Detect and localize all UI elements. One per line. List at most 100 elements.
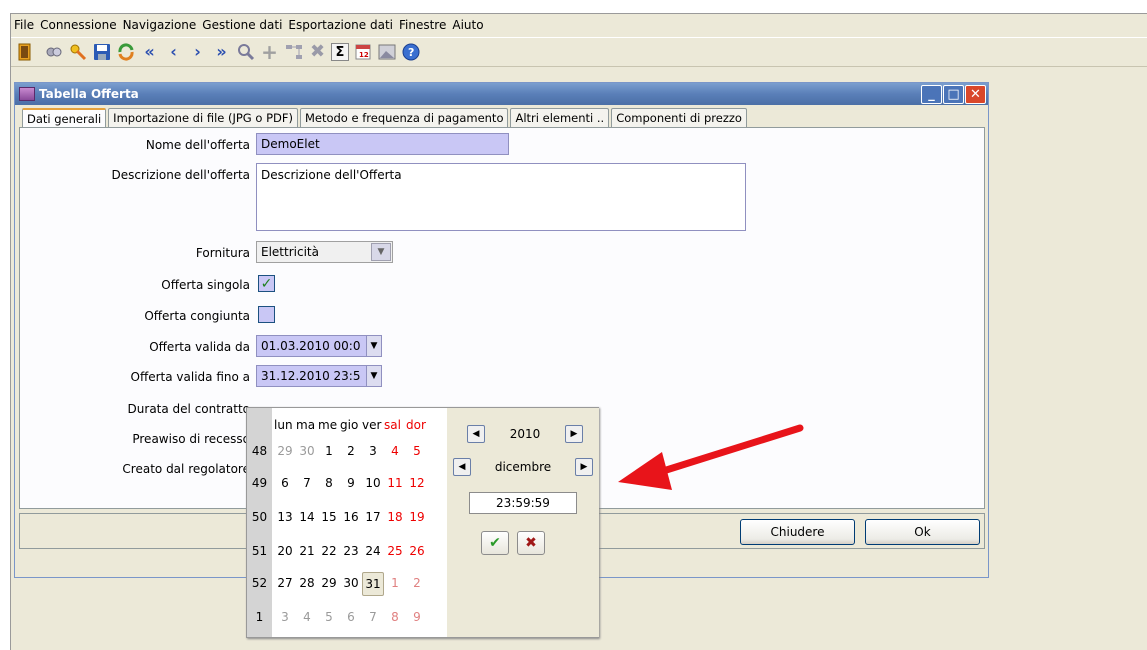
help-icon[interactable]: ? [400, 42, 421, 63]
next-month-button[interactable]: ▶ [575, 458, 593, 476]
chevron-down-icon[interactable]: ▼ [366, 336, 381, 356]
chevron-down-icon[interactable]: ▼ [366, 366, 381, 386]
next-record-icon[interactable]: › [187, 42, 208, 63]
chevron-down-icon[interactable]: ▼ [371, 243, 391, 261]
calendar-day[interactable]: 1 [384, 576, 406, 590]
calendar-day[interactable]: 18 [384, 510, 406, 524]
calendar-day[interactable]: 9 [406, 610, 428, 624]
valida-da-datetime[interactable]: 01.03.2010 00:0 ▼ [256, 335, 382, 357]
calendar-day[interactable]: 1 [318, 444, 340, 458]
calendar-day[interactable]: 19 [406, 510, 428, 524]
hierarchy-icon[interactable] [283, 42, 304, 63]
add-icon[interactable]: + [259, 42, 280, 63]
calendar-day[interactable]: 22 [318, 544, 340, 558]
calendar-day[interactable]: 6 [274, 476, 296, 490]
date-picker-popup: lun ma me gio ver sal dor 48 29 30 1 2 3 4 5 49 6 7 8 9 10 11… [246, 407, 599, 638]
calendar-day[interactable]: 25 [384, 544, 406, 558]
menu-gestione-dati[interactable]: Gestione dati [202, 18, 282, 32]
delete-icon[interactable]: ✖ [307, 42, 328, 63]
calendar-day[interactable]: 29 [274, 444, 296, 458]
calendar-day[interactable]: 28 [296, 576, 318, 590]
image-icon[interactable] [376, 42, 397, 63]
previous-record-icon[interactable]: ‹ [163, 42, 184, 63]
tab-altri-elementi[interactable]: Altri elementi .. [510, 108, 610, 127]
calendar-day[interactable]: 30 [296, 444, 318, 458]
menu-navigazione[interactable]: Navigazione [123, 18, 197, 32]
calendar-day[interactable]: 21 [296, 544, 318, 558]
calendar-day[interactable]: 12 [406, 476, 428, 490]
calendar-day[interactable]: 27 [274, 576, 296, 590]
day-header-4: ver [362, 418, 382, 432]
connect-icon[interactable] [43, 42, 64, 63]
calendar-day[interactable]: 31 [362, 572, 384, 596]
valida-fino-datetime[interactable]: 31.12.2010 23:5 ▼ [256, 365, 382, 387]
sum-icon[interactable]: Σ [331, 43, 349, 61]
maximize-button[interactable]: □ [943, 84, 964, 104]
ok-button[interactable]: Ok [865, 519, 980, 545]
calendar-day[interactable]: 30 [340, 576, 362, 590]
tab-metodo-pagamento[interactable]: Metodo e frequenza di pagamento [299, 108, 509, 127]
calendar-day[interactable]: 14 [296, 510, 318, 524]
calendar-day[interactable]: 4 [384, 444, 406, 458]
time-field[interactable]: 23:59:59 [469, 492, 577, 514]
calendar-day[interactable]: 2 [406, 576, 428, 590]
close-button[interactable]: ✕ [965, 84, 986, 104]
menu-connessione[interactable]: Connessione [40, 18, 116, 32]
calendar-day[interactable]: 4 [296, 610, 318, 624]
descrizione-textarea[interactable]: Descrizione dell'Offerta [256, 163, 746, 231]
calendar-day[interactable]: 10 [362, 476, 384, 490]
calendar-day[interactable]: 5 [318, 610, 340, 624]
svg-text:?: ? [408, 46, 414, 59]
minimize-button[interactable]: _ [921, 84, 942, 104]
nome-offerta-field[interactable]: DemoElet [256, 133, 509, 155]
tab-componenti-prezzo[interactable]: Componenti di prezzo [611, 108, 747, 127]
calendar-day[interactable]: 2 [340, 444, 362, 458]
offerta-singola-checkbox[interactable]: ✓ [258, 275, 275, 292]
fornitura-value: Elettricità [261, 245, 319, 259]
key-icon[interactable] [67, 42, 88, 63]
first-record-icon[interactable]: « [139, 42, 160, 63]
calendar-day[interactable]: 8 [318, 476, 340, 490]
preavviso-label: Preawiso di recesso [132, 432, 250, 446]
calendar-day[interactable]: 26 [406, 544, 428, 558]
calendar-day[interactable]: 11 [384, 476, 406, 490]
previous-year-button[interactable]: ◀ [467, 425, 485, 443]
calendar-day[interactable]: 23 [340, 544, 362, 558]
calendar-day[interactable]: 5 [406, 444, 428, 458]
calendar-day[interactable]: 3 [362, 444, 384, 458]
exit-door-icon[interactable] [14, 42, 35, 63]
tab-dati-generali[interactable]: Dati generali [22, 108, 107, 128]
confirm-check-button[interactable]: ✔ [481, 531, 509, 555]
fornitura-select[interactable]: Elettricità ▼ [256, 241, 393, 263]
calendar-day[interactable]: 17 [362, 510, 384, 524]
calendar-day[interactable]: 9 [340, 476, 362, 490]
calendar-day[interactable]: 29 [318, 576, 340, 590]
refresh-icon[interactable] [115, 42, 136, 63]
chiudere-button[interactable]: Chiudere [740, 519, 855, 545]
menu-file[interactable]: File [14, 18, 34, 32]
cancel-x-button[interactable]: ✖ [517, 531, 545, 555]
offerta-congiunta-checkbox[interactable] [258, 306, 275, 323]
calendar-day[interactable]: 3 [274, 610, 296, 624]
previous-month-button[interactable]: ◀ [453, 458, 471, 476]
menu-finestre[interactable]: Finestre [399, 18, 446, 32]
calendar-day[interactable]: 7 [296, 476, 318, 490]
last-record-icon[interactable]: » [211, 42, 232, 63]
calendar-day[interactable]: 8 [384, 610, 406, 624]
menu-aiuto[interactable]: Aiuto [452, 18, 483, 32]
calendar-day[interactable]: 20 [274, 544, 296, 558]
calendar-day[interactable]: 16 [340, 510, 362, 524]
calendar-day[interactable]: 15 [318, 510, 340, 524]
tab-importazione-file[interactable]: Importazione di file (JPG o PDF) [108, 108, 298, 127]
calendar-day[interactable]: 7 [362, 610, 384, 624]
calendar-day[interactable]: 6 [340, 610, 362, 624]
next-year-button[interactable]: ▶ [565, 425, 583, 443]
save-icon[interactable] [91, 42, 112, 63]
calendar-day[interactable]: 24 [362, 544, 384, 558]
nome-label: Nome dell'offerta [145, 138, 250, 152]
search-icon[interactable] [235, 42, 256, 63]
calendar-day[interactable]: 13 [274, 510, 296, 524]
menu-esportazione-dati[interactable]: Esportazione dati [288, 18, 393, 32]
calendar-icon[interactable]: 12 [352, 42, 373, 63]
menu-bar: File Connessione Navigazione Gestione da… [11, 14, 1147, 36]
